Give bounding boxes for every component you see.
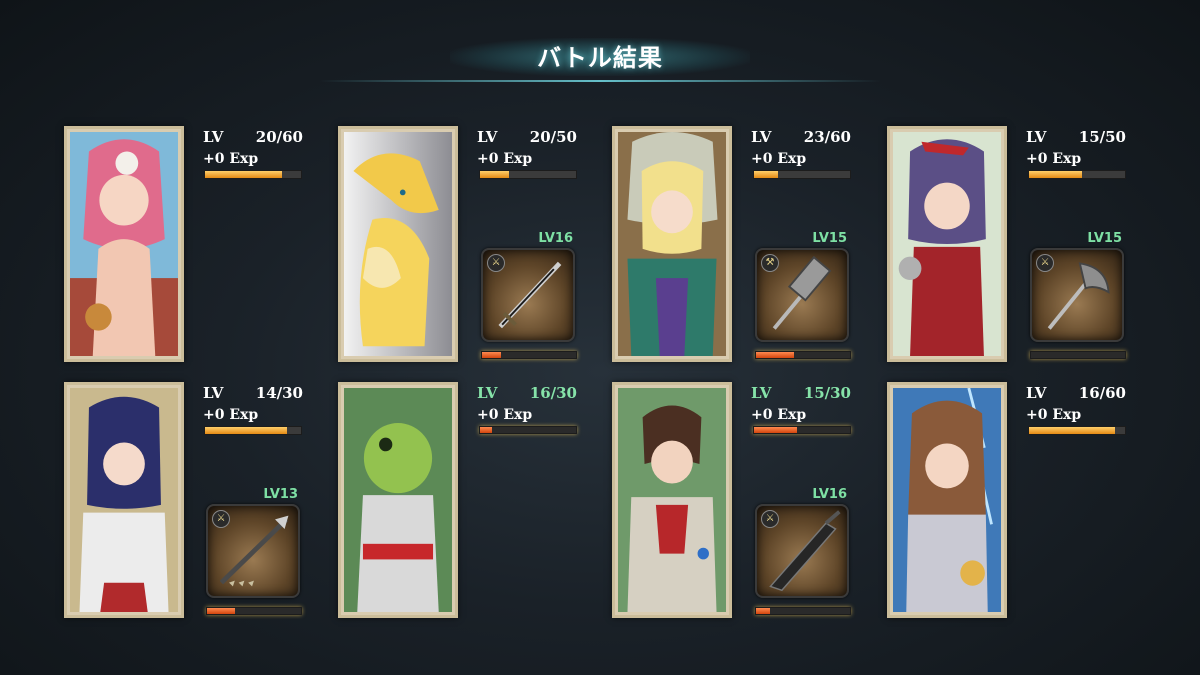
weapon-level: LV13 [263, 487, 298, 502]
weapon-level: LV15 [812, 231, 847, 246]
unit-card-1[interactable] [64, 126, 184, 362]
unit-card-8[interactable] [887, 382, 1007, 618]
level-value: 15/50 [1078, 128, 1126, 146]
level-value: 20/60 [255, 128, 303, 146]
unit-level: LV 14/30 [203, 384, 303, 404]
exp-bar [204, 170, 302, 179]
unit-level: LV 23/60 [751, 128, 851, 148]
level-value: 16/60 [1078, 384, 1126, 402]
level-label: LV [751, 128, 772, 146]
exp-bar-fill [480, 427, 492, 433]
character-portrait [618, 132, 726, 356]
level-label: LV [477, 128, 498, 146]
level-value: 14/30 [255, 384, 303, 402]
title-underline [320, 80, 880, 82]
level-value: 15/30 [803, 384, 851, 402]
unit-level: LV 20/60 [203, 128, 303, 148]
axe-icon [1047, 262, 1110, 330]
exp-bar-fill [754, 171, 778, 178]
exp-bar [204, 426, 302, 435]
exp-gained: +0 Exp [203, 151, 259, 167]
page-title: バトル結果 [537, 44, 663, 72]
level-label: LV [1026, 384, 1047, 402]
unit-level: LV 16/60 [1026, 384, 1126, 404]
unit-card-2[interactable] [338, 126, 458, 362]
weapon-slot[interactable]: ⚒ [755, 248, 849, 342]
unit-card-6[interactable] [338, 382, 458, 618]
level-value: 20/50 [529, 128, 577, 146]
exp-gained: +0 Exp [477, 407, 533, 423]
exp-bar-fill [754, 427, 798, 433]
exp-gained: +0 Exp [477, 151, 533, 167]
exp-bar-fill [205, 427, 287, 434]
weapon-slot[interactable]: ⚔ [1030, 248, 1124, 342]
exp-gained: +0 Exp [751, 407, 807, 423]
weapon-exp-bar-fill [482, 352, 501, 358]
level-label: LV [203, 384, 224, 402]
unit-card-5[interactable] [64, 382, 184, 618]
weapon-level: LV15 [1087, 231, 1122, 246]
character-portrait [893, 388, 1001, 612]
weapon-exp-bar [481, 351, 577, 359]
weapon-slot[interactable]: ⚔ [481, 248, 575, 342]
character-portrait [344, 132, 452, 356]
exp-gained: +0 Exp [1026, 151, 1082, 167]
exp-bar [1028, 170, 1126, 179]
unit-level: LV 15/30 [751, 384, 851, 404]
weapon-exp-bar-fill [756, 608, 771, 614]
weapon-exp-bar [206, 607, 302, 615]
character-portrait [70, 388, 178, 612]
character-portrait [893, 132, 1001, 356]
exp-bar [479, 426, 577, 434]
level-label: LV [1026, 128, 1047, 146]
exp-bar [479, 170, 577, 179]
weapon-level: LV16 [812, 487, 847, 502]
weapon-exp-bar-fill [756, 352, 794, 358]
exp-bar [753, 170, 851, 179]
unit-level: LV 20/50 [477, 128, 577, 148]
exp-bar-fill [480, 171, 509, 178]
exp-bar [753, 426, 851, 434]
weapon-exp-bar [1030, 351, 1126, 359]
level-value: 23/60 [803, 128, 851, 146]
exp-bar-fill [1029, 427, 1116, 434]
weapon-slot[interactable]: ⚔ [755, 504, 849, 598]
level-label: LV [751, 384, 772, 402]
unit-level: LV 15/50 [1026, 128, 1126, 148]
unit-card-4[interactable] [887, 126, 1007, 362]
unit-card-7[interactable] [612, 382, 732, 618]
greatsword-icon [769, 510, 841, 592]
weapon-level: LV16 [538, 231, 573, 246]
title-banner: バトル結果 [320, 28, 880, 88]
level-label: LV [477, 384, 498, 402]
unit-level: LV 16/30 [477, 384, 577, 404]
hammer-icon [772, 255, 832, 330]
exp-bar-fill [1029, 171, 1082, 178]
character-portrait [618, 388, 726, 612]
exp-bar-fill [205, 171, 282, 178]
character-portrait [70, 132, 178, 356]
character-portrait [344, 388, 452, 612]
exp-bar [1028, 426, 1126, 435]
level-label: LV [203, 128, 224, 146]
weapon-exp-bar-fill [207, 608, 236, 614]
exp-gained: +0 Exp [203, 407, 259, 423]
weapon-slot[interactable]: ⚔ [206, 504, 300, 598]
weapon-exp-bar [755, 351, 851, 359]
exp-gained: +0 Exp [1026, 407, 1082, 423]
level-value: 16/30 [529, 384, 577, 402]
exp-gained: +0 Exp [751, 151, 807, 167]
sword-icon [498, 261, 562, 329]
weapon-exp-bar [755, 607, 851, 615]
unit-card-3[interactable] [612, 126, 732, 362]
spear-icon [219, 515, 289, 587]
